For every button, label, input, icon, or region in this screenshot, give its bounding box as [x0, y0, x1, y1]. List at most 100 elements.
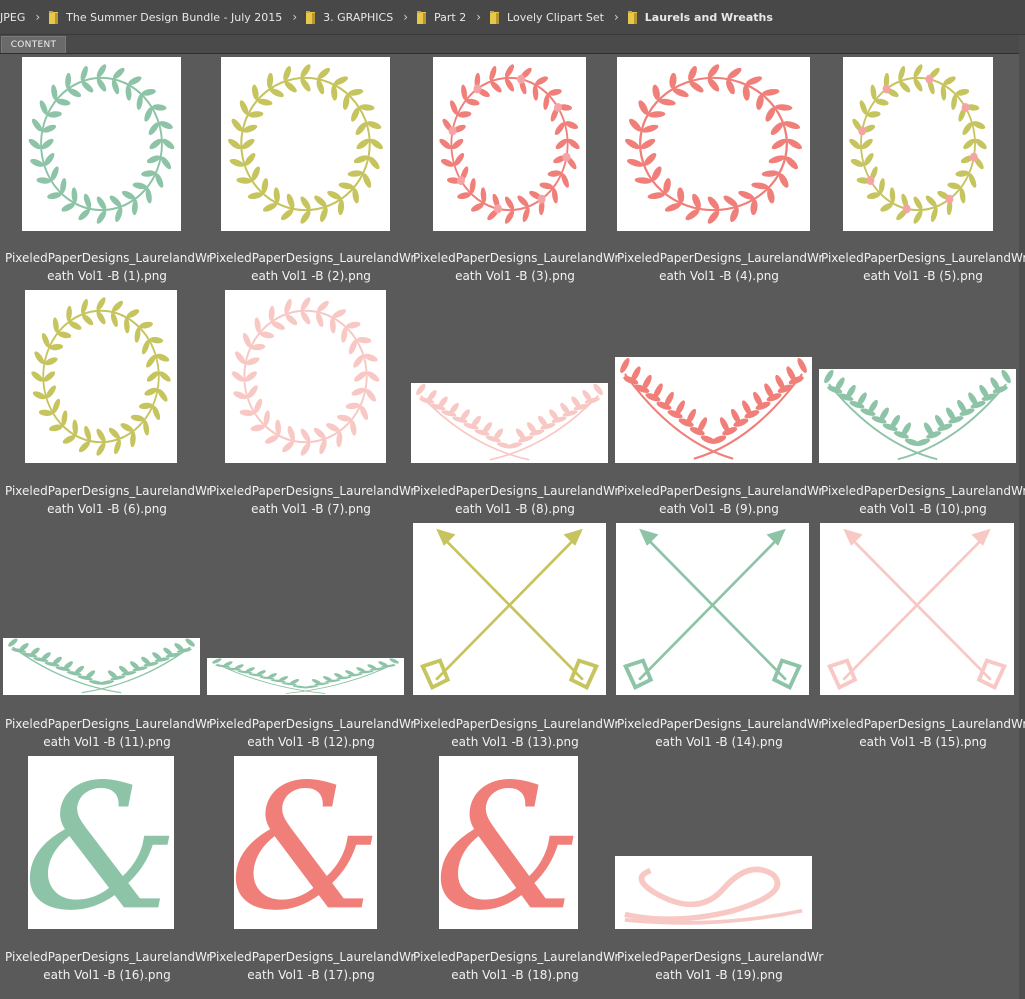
file-name-label[interactable]: PixeledPaperDesigns_LaurelandWreath Vol1… [209, 482, 416, 518]
file-name-line-1: PixeledPaperDesigns_LaurelandWr [209, 950, 416, 964]
breadcrumb-label: The Summer Design Bundle - July 2015 [66, 10, 283, 24]
thumbnail-image[interactable] [411, 383, 608, 463]
file-name-label[interactable]: PixeledPaperDesigns_LaurelandWreath Vol1… [617, 948, 824, 984]
file-name-label[interactable]: PixeledPaperDesigns_LaurelandWreath Vol1… [209, 715, 416, 751]
breadcrumb-item-summer-bundle[interactable]: The Summer Design Bundle - July 2015 [49, 10, 283, 24]
file-name-line-2: eath Vol1 -B (17).png [247, 968, 375, 982]
folder-icon [417, 10, 426, 24]
folder-icon [306, 10, 316, 24]
breadcrumb-item-graphics[interactable]: 3. GRAPHICS [306, 10, 393, 24]
thumbnail-image[interactable] [413, 523, 606, 695]
file-name-line-2: eath Vol1 -B (8).png [455, 502, 575, 516]
file-name-line-2: eath Vol1 -B (3).png [455, 269, 575, 283]
file-name-label[interactable]: PixeledPaperDesigns_LaurelandWreath Vol1… [821, 715, 1025, 751]
folder-icon [627, 10, 637, 24]
file-name-line-2: eath Vol1 -B (2).png [251, 269, 371, 283]
file-name-line-1: PixeledPaperDesigns_LaurelandWr [821, 717, 1025, 731]
svg-text:&: & [439, 756, 578, 929]
file-name-label[interactable]: PixeledPaperDesigns_LaurelandWreath Vol1… [413, 249, 620, 285]
file-name-label[interactable]: PixeledPaperDesigns_LaurelandWreath Vol1… [5, 482, 212, 518]
file-name-line-2: eath Vol1 -B (9).png [659, 502, 779, 516]
file-name-line-1: PixeledPaperDesigns_LaurelandWr [821, 484, 1025, 498]
chevron-right-icon: › [35, 10, 41, 24]
thumbnail-image[interactable] [221, 57, 390, 231]
file-name-line-1: PixeledPaperDesigns_LaurelandWr [617, 484, 824, 498]
chevron-right-icon: › [403, 10, 408, 24]
thumbnail-image[interactable]: & [28, 756, 174, 929]
file-name-label[interactable]: PixeledPaperDesigns_LaurelandWreath Vol1… [821, 249, 1025, 285]
breadcrumb-label: Laurels and Wreaths [644, 10, 773, 24]
panel-tab-bar: CONTENT [0, 35, 1025, 54]
file-name-line-1: PixeledPaperDesigns_LaurelandWr [209, 251, 416, 265]
file-name-line-1: PixeledPaperDesigns_LaurelandWr [617, 251, 824, 265]
chevron-right-icon: › [292, 10, 298, 24]
thumbnail-image[interactable] [25, 290, 177, 463]
file-name-line-1: PixeledPaperDesigns_LaurelandWr [209, 717, 416, 731]
file-name-line-1: PixeledPaperDesigns_LaurelandWr [209, 484, 416, 498]
thumbnail-image[interactable]: & [234, 756, 377, 929]
file-name-label[interactable]: PixeledPaperDesigns_LaurelandWreath Vol1… [617, 715, 824, 751]
thumbnail-image[interactable] [433, 57, 586, 231]
tab-label: CONTENT [10, 40, 57, 50]
file-name-label[interactable]: PixeledPaperDesigns_LaurelandWreath Vol1… [5, 948, 212, 984]
file-name-line-2: eath Vol1 -B (10).png [859, 502, 987, 516]
breadcrumb-item-part-2[interactable]: Part 2 [417, 10, 467, 24]
file-name-line-2: eath Vol1 -B (16).png [43, 968, 171, 982]
file-name-line-2: eath Vol1 -B (7).png [251, 502, 371, 516]
file-name-label[interactable]: PixeledPaperDesigns_LaurelandWreath Vol1… [209, 249, 416, 285]
file-name-line-2: eath Vol1 -B (11).png [43, 735, 171, 749]
breadcrumb-item-lovely-clipart[interactable]: Lovely Clipart Set [490, 10, 604, 24]
thumbnail-image[interactable] [615, 357, 812, 463]
file-name-line-1: PixeledPaperDesigns_LaurelandWr [821, 251, 1025, 265]
thumbnail-image[interactable] [843, 57, 993, 231]
file-name-line-1: PixeledPaperDesigns_LaurelandWr [413, 484, 620, 498]
chevron-right-icon: › [613, 10, 619, 24]
breadcrumb-bar: JPEG › The Summer Design Bundle - July 2… [0, 0, 1025, 35]
breadcrumb-label: Part 2 [434, 10, 467, 24]
file-name-line-2: eath Vol1 -B (6).png [47, 502, 167, 516]
thumbnail-image[interactable] [819, 369, 1016, 463]
tab-content[interactable]: CONTENT [1, 36, 66, 53]
thumbnail-image[interactable] [225, 290, 386, 463]
file-name-line-2: eath Vol1 -B (13).png [451, 735, 579, 749]
file-name-line-2: eath Vol1 -B (4).png [659, 269, 779, 283]
file-name-label[interactable]: PixeledPaperDesigns_LaurelandWreath Vol1… [5, 715, 212, 751]
file-name-line-1: PixeledPaperDesigns_LaurelandWr [5, 717, 212, 731]
file-name-line-1: PixeledPaperDesigns_LaurelandWr [413, 717, 620, 731]
thumbnail-image[interactable] [3, 638, 200, 695]
thumbnail-image[interactable] [820, 523, 1014, 695]
breadcrumb-label: JPEG [0, 10, 26, 24]
file-name-line-2: eath Vol1 -B (14).png [655, 735, 783, 749]
file-name-line-1: PixeledPaperDesigns_LaurelandWr [5, 484, 212, 498]
file-name-line-2: eath Vol1 -B (12).png [247, 735, 375, 749]
file-name-label[interactable]: PixeledPaperDesigns_LaurelandWreath Vol1… [617, 482, 824, 518]
folder-icon [49, 10, 59, 24]
file-name-line-2: eath Vol1 -B (5).png [863, 269, 983, 283]
chevron-right-icon: › [476, 10, 482, 24]
thumbnail-image[interactable] [615, 856, 812, 929]
file-name-label[interactable]: PixeledPaperDesigns_LaurelandWreath Vol1… [209, 948, 416, 984]
file-name-label[interactable]: PixeledPaperDesigns_LaurelandWreath Vol1… [5, 249, 212, 285]
file-name-line-1: PixeledPaperDesigns_LaurelandWr [413, 950, 620, 964]
thumbnail-image[interactable] [616, 523, 809, 695]
file-name-label[interactable]: PixeledPaperDesigns_LaurelandWreath Vol1… [413, 715, 620, 751]
breadcrumb-item-jpeg[interactable]: JPEG [0, 11, 25, 24]
thumbnail-image[interactable] [617, 57, 810, 231]
file-name-label[interactable]: PixeledPaperDesigns_LaurelandWr eath Vol1… [413, 948, 620, 984]
thumbnail-image[interactable] [207, 658, 404, 695]
file-name-line-1: PixeledPaperDesigns_LaurelandWr [5, 251, 212, 265]
breadcrumb: JPEG › The Summer Design Bundle - July 2… [0, 0, 1025, 34]
file-name-line-2: eath Vol1 -B (19).png [655, 968, 783, 982]
file-name-line-1: PixeledPaperDesigns_LaurelandWr [5, 950, 212, 964]
file-name-label[interactable]: PixeledPaperDesigns_LaurelandWreath Vol1… [821, 482, 1025, 518]
file-name-line-2: eath Vol1 -B (15).png [859, 735, 987, 749]
file-name-line-1: PixeledPaperDesigns_LaurelandWr [413, 251, 620, 265]
file-name-label[interactable]: PixeledPaperDesigns_LaurelandWreath Vol1… [617, 249, 824, 285]
file-name-line-1: PixeledPaperDesigns_LaurelandWr [617, 717, 824, 731]
breadcrumb-item-laurels-wreaths[interactable]: Laurels and Wreaths [627, 10, 773, 24]
thumbnail-image[interactable] [22, 57, 181, 231]
file-name-label[interactable]: PixeledPaperDesigns_LaurelandWreath Vol1… [413, 482, 620, 518]
thumbnail-image[interactable]: & [439, 756, 578, 929]
file-name-line-1: PixeledPaperDesigns_LaurelandWr [617, 950, 824, 964]
file-name-line-2: eath Vol1 -B (1).png [47, 269, 167, 283]
